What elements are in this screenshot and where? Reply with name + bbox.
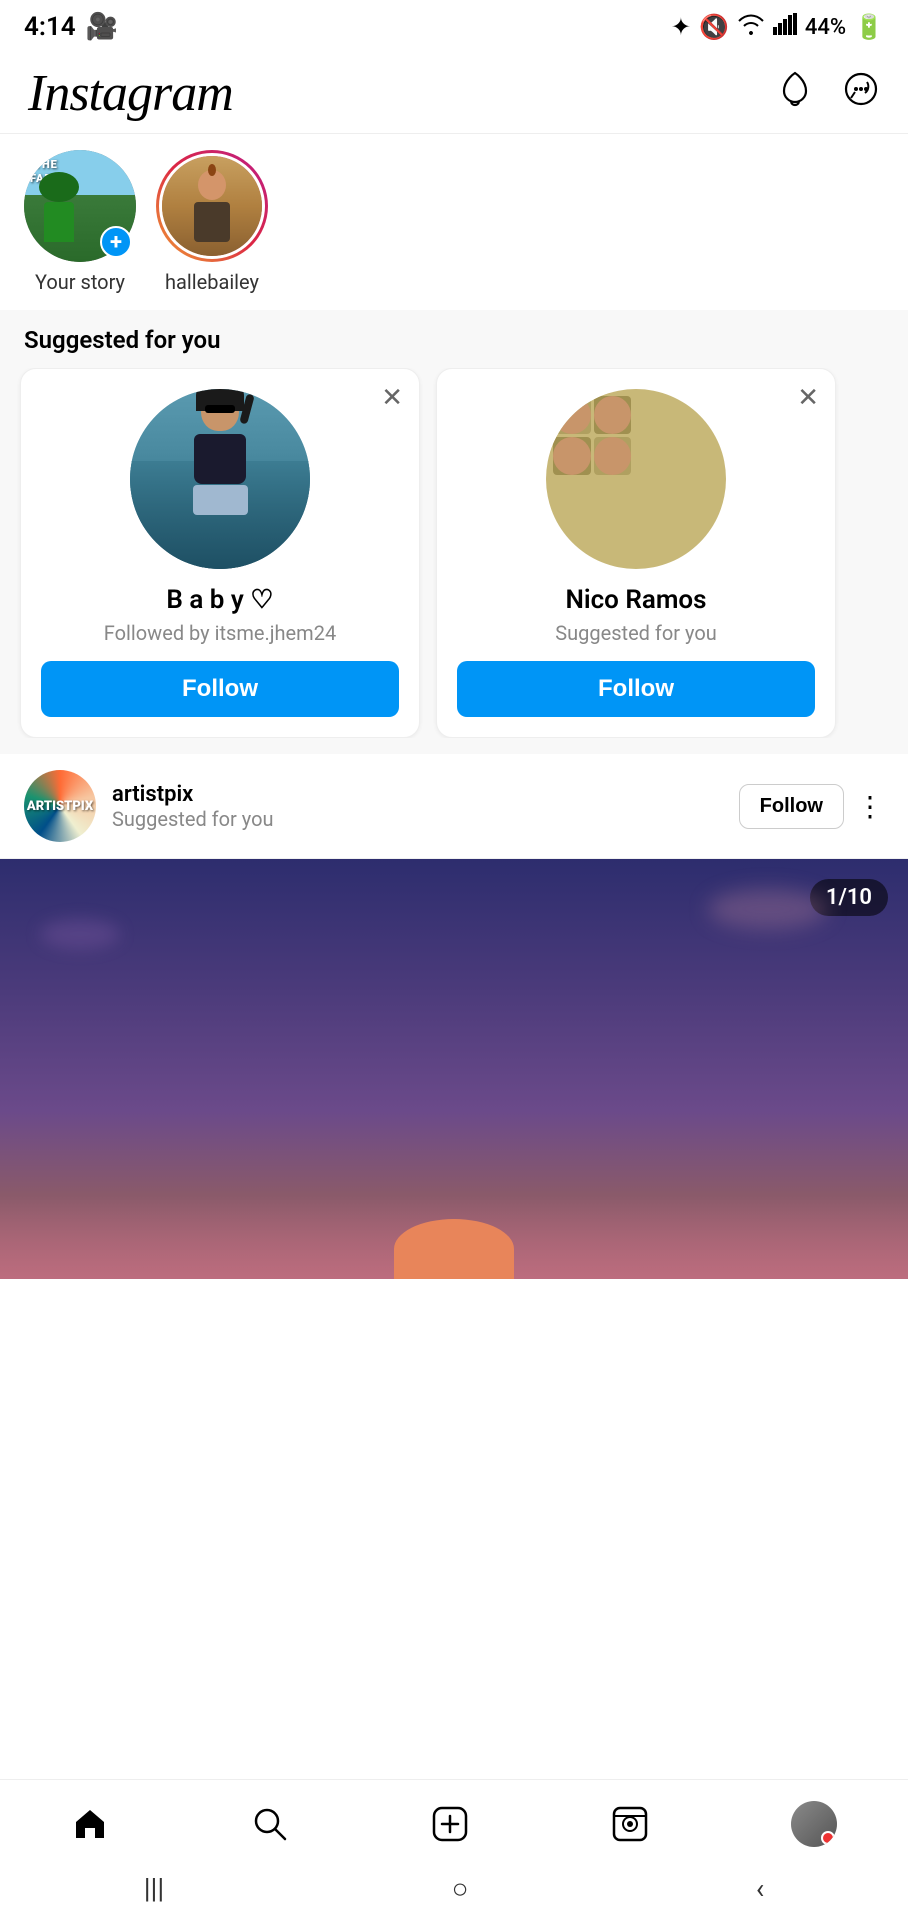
- android-recent[interactable]: |||: [144, 1872, 165, 1905]
- nav-reels[interactable]: [611, 1805, 649, 1843]
- android-home[interactable]: ○: [452, 1872, 469, 1905]
- avatar-baby: [130, 389, 310, 569]
- card-sub-nico: Suggested for you: [555, 621, 717, 645]
- nav-home[interactable]: [71, 1805, 109, 1843]
- signal-icon: [773, 13, 797, 41]
- suggested-card-baby: ✕: [20, 368, 420, 738]
- notifications-icon[interactable]: [776, 70, 814, 117]
- nav-items: [0, 1780, 908, 1860]
- suggested-section: Suggested for you ✕: [0, 310, 908, 754]
- avatar-artistpix[interactable]: ARTISTPIX: [24, 770, 96, 842]
- card-sub-baby: Followed by itsme.jhem24: [104, 621, 336, 645]
- instagram-logo: Instagram: [28, 64, 233, 123]
- story-label-hallebailey: hallebailey: [165, 270, 259, 294]
- wifi-icon: [737, 13, 765, 41]
- close-card-baby[interactable]: ✕: [381, 383, 403, 413]
- post-blob: [394, 1219, 514, 1279]
- suggested-cards-row: ✕: [0, 368, 908, 738]
- close-card-nico[interactable]: ✕: [797, 383, 819, 413]
- header-actions: [776, 70, 880, 117]
- artistpix-username: artistpix: [112, 782, 723, 807]
- story-avatar-hallebailey: [159, 153, 265, 259]
- follow-button-nico[interactable]: Follow: [457, 661, 815, 717]
- your-story-label: Your story: [35, 270, 125, 294]
- status-bar: 4:14 🎥 ✦ 🔇 44% 🔋: [0, 0, 908, 54]
- artistpix-info: artistpix Suggested for you: [112, 782, 723, 831]
- status-time: 4:14: [24, 12, 76, 42]
- artistpix-actions: Follow ⋮: [739, 784, 884, 829]
- nav-add[interactable]: [431, 1805, 469, 1843]
- app-header: Instagram: [0, 54, 908, 134]
- battery-status: 44%: [805, 15, 846, 40]
- avatar-nico: [546, 389, 726, 569]
- post-image: 1/10: [0, 859, 908, 1279]
- your-story-item[interactable]: THE FARM + Your story: [20, 150, 140, 294]
- bottom-nav: ||| ○ ‹: [0, 1779, 908, 1920]
- artistpix-avatar-img: ARTISTPIX: [24, 770, 96, 842]
- nav-profile[interactable]: [791, 1801, 837, 1847]
- add-story-button[interactable]: +: [100, 226, 132, 258]
- profile-avatar: [791, 1801, 837, 1847]
- story-hallebailey[interactable]: hallebailey: [152, 150, 272, 294]
- suggested-card-nico: ✕ Nico Ramos: [436, 368, 836, 738]
- more-options-artistpix[interactable]: ⋮: [856, 790, 884, 823]
- battery-icon: 🔋: [854, 13, 884, 41]
- stories-row: THE FARM + Your story: [0, 134, 908, 310]
- artistpix-sub: Suggested for you: [112, 807, 723, 831]
- follow-button-artistpix[interactable]: Follow: [739, 784, 844, 829]
- suggested-title: Suggested for you: [0, 326, 908, 368]
- card-name-baby: B a b y ♡: [166, 585, 273, 615]
- card-name-nico: Nico Ramos: [565, 585, 706, 615]
- nav-search[interactable]: [251, 1805, 289, 1843]
- android-nav: ||| ○ ‹: [0, 1860, 908, 1920]
- camera-icon: 🎥: [86, 12, 118, 42]
- bluetooth-icon: ✦: [671, 13, 691, 41]
- mute-icon: 🔇: [699, 13, 729, 41]
- your-story-avatar-wrapper: THE FARM +: [24, 150, 136, 262]
- story-ring-hallebailey: [156, 150, 268, 262]
- android-back[interactable]: ‹: [756, 1872, 764, 1905]
- notification-dot: [821, 1831, 835, 1845]
- follow-button-baby[interactable]: Follow: [41, 661, 399, 717]
- suggested-user-row-artistpix: ARTISTPIX artistpix Suggested for you Fo…: [0, 754, 908, 859]
- messages-icon[interactable]: [842, 70, 880, 117]
